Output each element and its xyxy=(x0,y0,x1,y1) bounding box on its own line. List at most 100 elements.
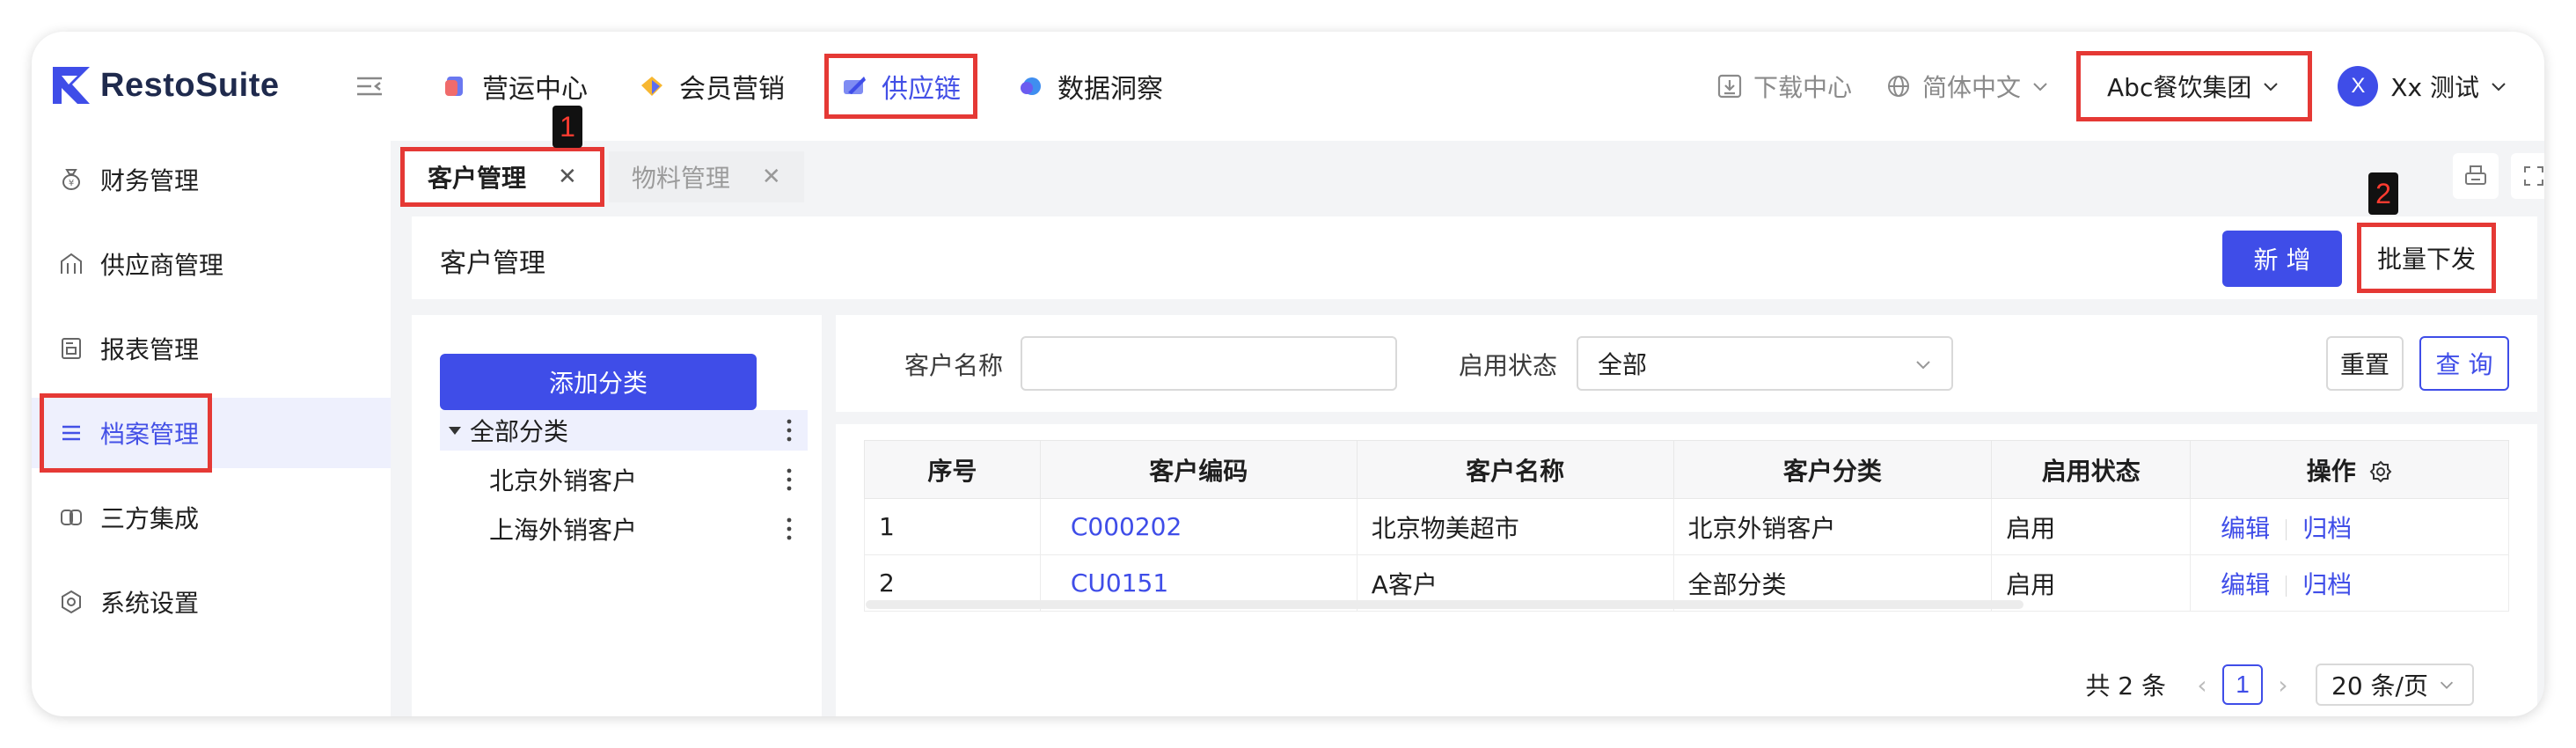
app-name: RestoSuite xyxy=(100,66,280,104)
column-header: 序号 xyxy=(864,440,1041,499)
tab-material[interactable]: 物料管理 ✕ xyxy=(608,151,804,202)
download-center[interactable]: 下载中心 xyxy=(1716,69,1852,104)
finance-icon: ¥ xyxy=(62,169,80,190)
org-label: Abc餐饮集团 xyxy=(2107,73,2252,102)
tab-label: 客户管理 xyxy=(428,164,527,193)
category-label: 上海外销客户 xyxy=(489,516,638,545)
chevron-down-icon xyxy=(2440,681,2454,689)
page-size-value: 20 条/页 xyxy=(2331,671,2428,700)
user-menu[interactable]: X Xx 测试 xyxy=(2338,66,2509,106)
cell-status: 启用 xyxy=(1991,498,2192,555)
page-tabs: 客户管理 ✕ 物料管理 ✕ xyxy=(400,147,813,207)
sidebar-item-label: 财务管理 xyxy=(100,166,200,195)
print-icon[interactable] xyxy=(2453,153,2499,199)
add-button[interactable]: 新 增 xyxy=(2222,231,2342,287)
integration-icon xyxy=(61,510,82,525)
add-category-button[interactable]: 添加分类 xyxy=(440,354,757,410)
more-icon[interactable] xyxy=(787,516,792,542)
table-row: 1 C000202 北京物美超市 北京外销客户 启用 编辑 归档 xyxy=(864,498,2509,555)
sidebar-item-archive[interactable]: 档案管理 xyxy=(32,393,391,473)
page-size-select[interactable]: 20 条/页 xyxy=(2316,664,2474,706)
nav-item-label: 数据洞察 xyxy=(1057,74,1163,105)
data-insight-icon xyxy=(1021,77,1041,95)
edit-link[interactable]: 编辑 xyxy=(2221,514,2270,543)
nav-item-label: 营运中心 xyxy=(482,74,588,105)
cell-index: 1 xyxy=(864,498,1041,555)
status-label: 启用状态 xyxy=(1459,351,1558,380)
caret-down-icon[interactable] xyxy=(445,421,465,440)
cell-category: 北京外销客户 xyxy=(1672,498,1993,555)
divider xyxy=(2286,518,2287,540)
settings-icon xyxy=(62,590,81,614)
chevron-down-icon xyxy=(2492,83,2506,92)
nav-item-supply-chain[interactable]: 供应链 xyxy=(824,54,977,119)
sidebar-item-finance[interactable]: ¥ 财务管理 xyxy=(32,144,391,215)
chevron-down-icon xyxy=(2264,83,2279,92)
customer-name-label: 客户名称 xyxy=(904,351,1004,380)
restosuite-logo-icon xyxy=(53,67,90,104)
reset-button[interactable]: 重置 xyxy=(2326,336,2404,391)
gear-icon[interactable] xyxy=(2369,460,2392,483)
category-tree-item[interactable]: 上海外销客户 xyxy=(440,509,808,549)
archive-link[interactable]: 归档 xyxy=(2302,514,2352,543)
nav-item-data-insight[interactable]: 数据洞察 xyxy=(1017,58,1163,114)
customer-name-input[interactable] xyxy=(1021,336,1397,391)
status-select[interactable]: 全部 xyxy=(1577,336,1953,391)
prev-page-icon[interactable]: ‹ xyxy=(2182,664,2222,705)
nav-item-membership[interactable]: 会员营销 xyxy=(639,58,785,114)
language-select[interactable]: 简体中文 xyxy=(1885,69,2051,104)
sidebar-item-report[interactable]: 报表管理 xyxy=(32,313,391,384)
horizontal-scrollbar[interactable] xyxy=(866,600,2023,609)
cell-code-link[interactable]: C000202 xyxy=(1039,498,1358,555)
svg-text:¥: ¥ xyxy=(69,179,74,188)
sidebar-item-label: 三方集成 xyxy=(100,504,200,533)
fullscreen-icon[interactable] xyxy=(2511,153,2544,199)
avatar: X xyxy=(2338,66,2379,106)
close-icon[interactable]: ✕ xyxy=(762,164,781,190)
cell-name: 北京物美超市 xyxy=(1356,498,1674,555)
sidebar-item-settings[interactable]: 系统设置 xyxy=(32,567,391,637)
nav-item-label: 会员营销 xyxy=(679,74,785,105)
sidebar-item-label: 系统设置 xyxy=(100,589,200,618)
sidebar-item-label: 供应商管理 xyxy=(100,251,224,280)
pagination: 共 2 条 ‹ 1 › 20 条/页 xyxy=(2085,664,2474,706)
sidebar-item-supplier[interactable]: 供应商管理 xyxy=(32,229,391,299)
total-count: 共 2 条 xyxy=(2085,671,2166,700)
column-header: 客户编码 xyxy=(1039,440,1358,499)
customer-table: 序号 客户编码 客户名称 客户分类 启用状态 操作 1 C000202 北京物美… xyxy=(864,440,2509,612)
nav-item-label: 供应链 xyxy=(882,74,961,105)
supplier-icon xyxy=(61,253,82,274)
sidebar-item-integration[interactable]: 三方集成 xyxy=(32,482,391,553)
query-button[interactable]: 查 询 xyxy=(2419,336,2509,391)
column-header: 启用状态 xyxy=(1991,440,2192,499)
next-page-icon[interactable]: › xyxy=(2263,664,2303,705)
cell-actions: 编辑 归档 xyxy=(2190,498,2509,555)
edit-link[interactable]: 编辑 xyxy=(2221,570,2270,599)
collapse-menu-icon[interactable] xyxy=(354,70,385,102)
page-title: 客户管理 xyxy=(440,248,545,279)
org-select[interactable]: Abc餐饮集团 xyxy=(2076,51,2313,121)
fullscreen-glyph xyxy=(2524,166,2543,186)
batch-dispatch-button[interactable]: 批量下发 xyxy=(2357,223,2496,293)
more-icon[interactable] xyxy=(787,417,792,444)
user-name: Xx 测试 xyxy=(2390,73,2479,102)
tab-label: 物料管理 xyxy=(631,164,730,193)
language-label: 简体中文 xyxy=(1922,73,2022,102)
sidebar-item-label: 报表管理 xyxy=(100,335,200,364)
archive-link[interactable]: 归档 xyxy=(2302,570,2352,599)
column-header: 操作 xyxy=(2306,456,2356,486)
close-icon[interactable]: ✕ xyxy=(558,164,577,190)
logo[interactable]: RestoSuite xyxy=(51,63,279,107)
category-tree-item[interactable]: 北京外销客户 xyxy=(440,459,808,500)
more-icon[interactable] xyxy=(787,466,792,493)
category-tree-root[interactable]: 全部分类 xyxy=(440,410,808,451)
column-header-actions: 操作 xyxy=(2190,440,2509,499)
app-window: RestoSuite 营运中心 会员营销 供应链 数据洞察 下载中心 简体中文 … xyxy=(32,32,2544,716)
page-number[interactable]: 1 xyxy=(2222,664,2263,705)
status-value: 全部 xyxy=(1598,350,1648,379)
sidebar: ¥ 财务管理 供应商管理 报表管理 档案管理 三方集成 系统设置 xyxy=(32,141,391,716)
tab-customer[interactable]: 客户管理 ✕ xyxy=(400,147,604,207)
download-label: 下载中心 xyxy=(1753,73,1852,102)
page-header: 客户管理 xyxy=(412,216,2537,299)
supply-chain-icon xyxy=(844,77,866,94)
